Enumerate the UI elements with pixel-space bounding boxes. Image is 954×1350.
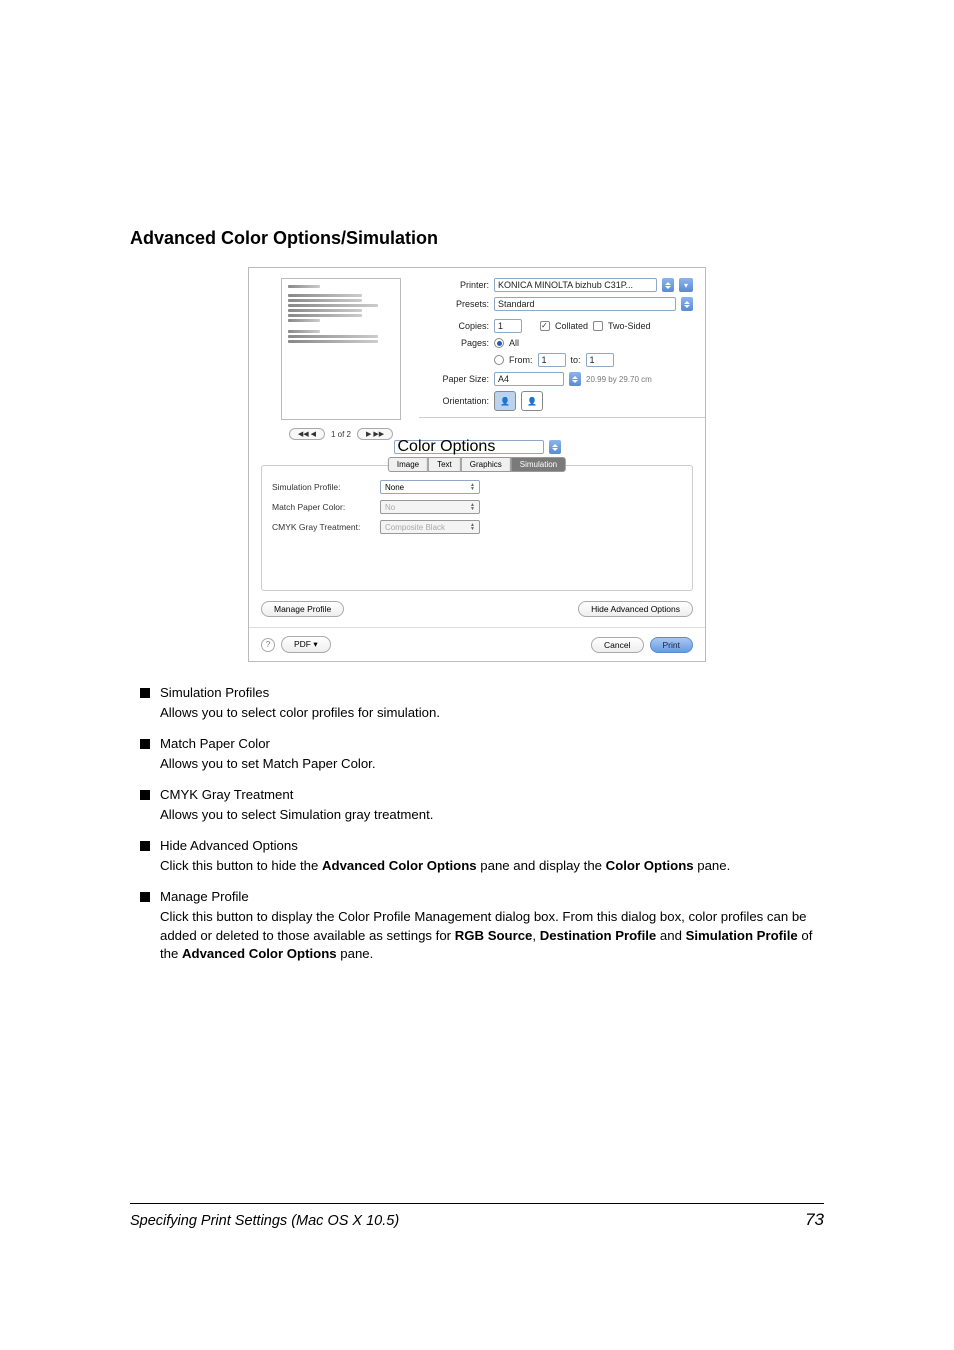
simulation-profile-value: None	[385, 483, 404, 492]
list-item-desc: Click this button to hide the Advanced C…	[160, 857, 824, 875]
list-item-desc: Allows you to select Simulation gray tre…	[160, 806, 824, 824]
copies-label: Copies:	[431, 321, 489, 331]
list-item-title: Hide Advanced Options	[160, 837, 824, 855]
match-paper-color-select[interactable]: No ▲▼	[380, 500, 480, 514]
tab-image[interactable]: Image	[388, 457, 428, 472]
papersize-select[interactable]: A4	[494, 372, 564, 386]
pages-to-label: to:	[571, 355, 581, 365]
print-dialog-screenshot: ◀◀ ◀ 1 of 2 ▶ ▶▶ Printer: KONICA MINOLTA…	[248, 267, 706, 662]
pages-all-label: All	[509, 338, 519, 348]
orientation-portrait[interactable]: 👤	[494, 391, 516, 411]
pager-count: 1 of 2	[331, 430, 351, 439]
manage-profile-button[interactable]: Manage Profile	[261, 601, 344, 617]
page-preview	[281, 278, 401, 420]
presets-select[interactable]: Standard	[494, 297, 676, 311]
presets-stepper-icon[interactable]	[681, 297, 693, 311]
presets-value: Standard	[498, 299, 535, 309]
pages-to-input[interactable]: 1	[586, 353, 614, 367]
cmyk-gray-select[interactable]: Composite Black ▲▼	[380, 520, 480, 534]
print-button[interactable]: Print	[650, 637, 693, 653]
bullet-icon	[140, 892, 150, 902]
cancel-button[interactable]: Cancel	[591, 637, 643, 653]
tab-simulation[interactable]: Simulation	[511, 457, 566, 472]
options-section-select[interactable]: Color Options	[394, 440, 544, 454]
footer-page-number: 73	[805, 1210, 824, 1230]
copies-input[interactable]: 1	[494, 319, 522, 333]
orientation-landscape[interactable]: 👤	[521, 391, 543, 411]
options-section-value: Color Options	[398, 438, 496, 456]
simulation-profile-select[interactable]: None ▲▼	[380, 480, 480, 494]
bullet-icon	[140, 739, 150, 749]
bullet-icon	[140, 688, 150, 698]
papersize-value: A4	[498, 374, 509, 384]
list-item-desc: Allows you to select color profiles for …	[160, 704, 824, 722]
pages-label: Pages:	[431, 338, 489, 348]
page-footer: Specifying Print Settings (Mac OS X 10.5…	[130, 1203, 824, 1230]
pages-from-radio[interactable]	[494, 355, 504, 365]
section-heading: Advanced Color Options/Simulation	[130, 228, 824, 249]
list-item-title: Manage Profile	[160, 888, 824, 906]
hide-advanced-options-button[interactable]: Hide Advanced Options	[578, 601, 693, 617]
list-item-desc: Click this button to display the Color P…	[160, 908, 824, 963]
bullet-icon	[140, 841, 150, 851]
list-item-title: CMYK Gray Treatment	[160, 786, 824, 804]
pages-from-input[interactable]: 1	[538, 353, 566, 367]
list-item-title: Simulation Profiles	[160, 684, 824, 702]
printer-info-icon[interactable]: ▾	[679, 278, 693, 292]
tab-text[interactable]: Text	[428, 457, 461, 472]
updown-icon: ▲▼	[470, 503, 475, 511]
pdf-button[interactable]: PDF ▾	[281, 636, 331, 653]
tab-graphics[interactable]: Graphics	[461, 457, 511, 472]
printer-stepper-icon[interactable]	[662, 278, 674, 292]
papersize-label: Paper Size:	[431, 374, 489, 384]
match-paper-color-value: No	[385, 503, 395, 512]
collated-checkbox[interactable]	[540, 321, 550, 331]
presets-label: Presets:	[431, 299, 489, 309]
updown-icon: ▲▼	[470, 523, 475, 531]
two-sided-label: Two-Sided	[608, 321, 651, 331]
cmyk-gray-value: Composite Black	[385, 523, 445, 532]
simulation-profile-label: Simulation Profile:	[272, 482, 372, 492]
printer-select[interactable]: KONICA MINOLTA bizhub C31P...	[494, 278, 657, 292]
cmyk-gray-label: CMYK Gray Treatment:	[272, 522, 372, 532]
printer-label: Printer:	[431, 280, 489, 290]
papersize-stepper-icon[interactable]	[569, 372, 581, 386]
document-page: Advanced Color Options/Simulation ◀◀ ◀	[0, 0, 954, 1350]
description-list: Simulation Profiles Allows you to select…	[140, 684, 824, 964]
help-icon[interactable]: ?	[261, 638, 275, 652]
two-sided-checkbox[interactable]	[593, 321, 603, 331]
match-paper-color-label: Match Paper Color:	[272, 502, 372, 512]
list-item-desc: Allows you to set Match Paper Color.	[160, 755, 824, 773]
options-section-stepper-icon[interactable]	[549, 440, 561, 454]
papersize-dimensions: 20.99 by 29.70 cm	[586, 375, 652, 384]
updown-icon: ▲▼	[470, 483, 475, 491]
pager-next[interactable]: ▶ ▶▶	[357, 428, 393, 440]
pages-from-label: From:	[509, 355, 533, 365]
bullet-icon	[140, 790, 150, 800]
footer-chapter: Specifying Print Settings (Mac OS X 10.5…	[130, 1213, 399, 1229]
color-options-panel: Image Text Graphics Simulation Simulatio…	[261, 465, 693, 591]
pager-prev[interactable]: ◀◀ ◀	[289, 428, 325, 440]
collated-label: Collated	[555, 321, 588, 331]
list-item-title: Match Paper Color	[160, 735, 824, 753]
printer-value: KONICA MINOLTA bizhub C31P...	[498, 280, 633, 290]
pages-all-radio[interactable]	[494, 338, 504, 348]
orientation-label: Orientation:	[431, 396, 489, 406]
